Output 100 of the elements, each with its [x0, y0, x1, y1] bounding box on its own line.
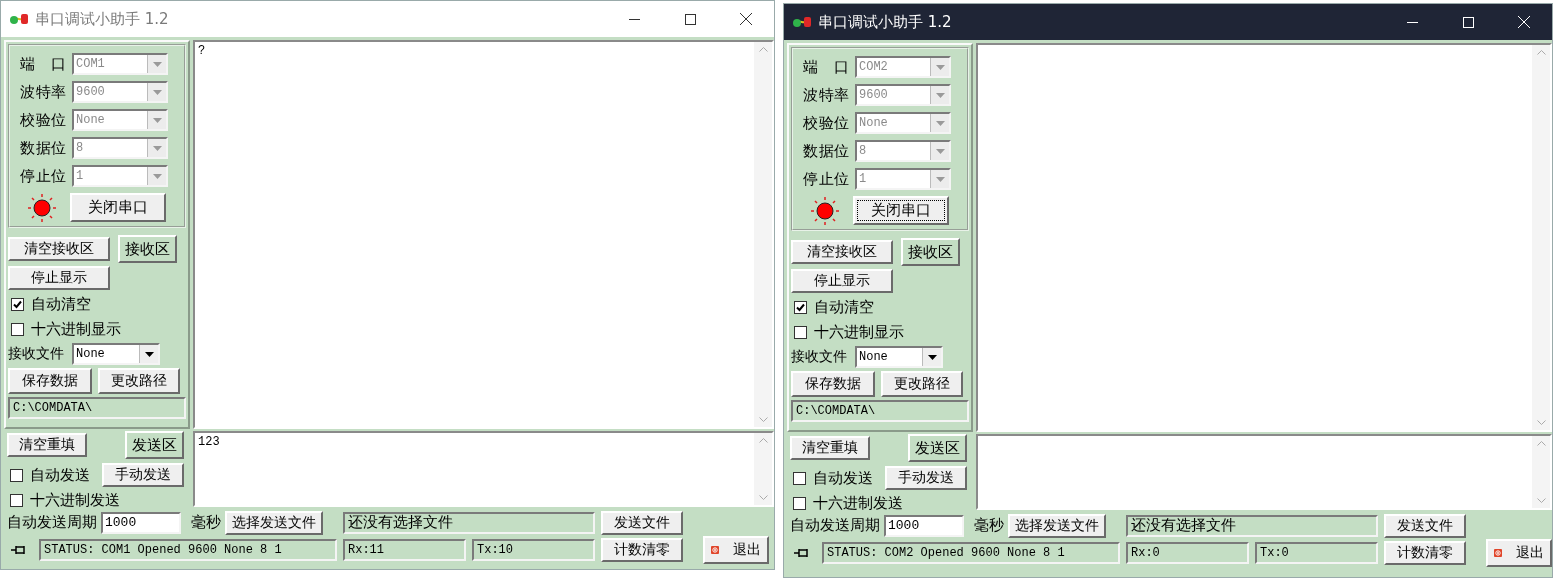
exit-button[interactable]: 退出: [703, 536, 769, 564]
manual-send-button[interactable]: 手动发送: [885, 466, 967, 490]
scroll-down-icon[interactable]: [758, 417, 768, 423]
scroll-down-icon[interactable]: [1536, 420, 1546, 426]
checkbox[interactable]: 十六进制发送: [790, 494, 973, 513]
choose-file-button[interactable]: 选择发送文件: [1008, 513, 1106, 538]
setting-label: 停止位: [803, 169, 849, 189]
scrollbar[interactable]: [1532, 45, 1550, 430]
checkbox[interactable]: 自动发送: [790, 467, 873, 489]
reset-count-button[interactable]: 计数清零: [601, 538, 683, 562]
checkbox-icon[interactable]: [793, 497, 806, 510]
dropdown-arrow-icon: [152, 61, 162, 67]
dropdown-arrow-icon: [152, 89, 162, 95]
receive-file-label: 接收文件: [791, 348, 847, 366]
setting-label: 数据位: [803, 141, 849, 161]
checkbox-icon[interactable]: [11, 297, 24, 311]
period-field[interactable]: 1000: [884, 514, 964, 537]
manual-send-button[interactable]: 手动发送: [102, 463, 184, 487]
choose-file-button[interactable]: 选择发送文件: [225, 510, 323, 535]
app-icon: [792, 14, 812, 30]
dropdown-arrow-icon: [935, 92, 945, 98]
close-port-button[interactable]: 关闭串口: [70, 193, 166, 222]
change-path-button[interactable]: 更改路径: [881, 371, 963, 397]
dropdown-arrow-icon: [935, 176, 945, 182]
send-area[interactable]: 123: [193, 431, 774, 507]
dropdown-arrow-icon: [935, 120, 945, 126]
stop-display-button[interactable]: 停止显示: [791, 269, 893, 293]
checkbox[interactable]: 自动清空: [791, 296, 969, 318]
dropdown-arrow-icon: [152, 173, 162, 179]
period-field[interactable]: 1000: [101, 511, 181, 534]
pin-icon[interactable]: [794, 547, 810, 559]
tx-counter: Tx:10: [472, 539, 595, 561]
window-title: 串口调试小助手 1.2: [35, 9, 170, 29]
setting-label: 数据位: [20, 138, 66, 158]
send-area[interactable]: [976, 434, 1552, 510]
rx-counter: Rx:11: [343, 539, 466, 561]
unit-label: 毫秒: [191, 513, 221, 532]
clear-refill-button[interactable]: 清空重填: [790, 436, 870, 460]
checkbox[interactable]: 自动清空: [8, 293, 186, 315]
send-file-button[interactable]: 发送文件: [601, 510, 683, 535]
scrollbar[interactable]: [754, 42, 772, 427]
setting-label: 校验位: [803, 113, 849, 133]
checkbox[interactable]: 自动发送: [7, 464, 90, 486]
checkbox-icon[interactable]: [793, 471, 806, 485]
app-icon: [9, 11, 29, 27]
dropdown-arrow-icon: [144, 351, 154, 357]
checkbox[interactable]: 十六进制显示: [8, 318, 186, 340]
scroll-up-icon[interactable]: [758, 437, 768, 443]
dropdown-arrow-icon: [935, 148, 945, 154]
file-status-field: 还没有选择文件: [1126, 514, 1378, 537]
scroll-up-icon[interactable]: [1536, 440, 1546, 446]
checkbox-icon[interactable]: [10, 468, 23, 482]
checkbox[interactable]: 十六进制发送: [7, 491, 190, 510]
checkbox-icon[interactable]: [794, 325, 807, 339]
period-label: 自动发送周期: [790, 516, 880, 535]
setting-label: 停止位: [20, 166, 66, 186]
exit-button[interactable]: 退出: [1486, 539, 1552, 567]
change-path-button[interactable]: 更改路径: [98, 368, 180, 394]
reset-count-button[interactable]: 计数清零: [1384, 541, 1466, 565]
save-data-button[interactable]: 保存数据: [8, 368, 92, 394]
scroll-down-icon[interactable]: [758, 495, 768, 501]
maximize-icon[interactable]: [684, 13, 696, 25]
period-label: 自动发送周期: [7, 513, 97, 532]
dropdown[interactable]: None: [855, 346, 943, 368]
close-port-button[interactable]: 关闭串口: [853, 196, 949, 225]
stop-display-button[interactable]: 停止显示: [8, 266, 110, 290]
scroll-down-icon[interactable]: [1536, 498, 1546, 504]
setting-label: 端 口: [20, 54, 66, 74]
setting-label: 端 口: [803, 57, 849, 77]
rx-counter: Rx:0: [1126, 542, 1249, 564]
file-status-field: 还没有选择文件: [343, 511, 595, 534]
dropdown[interactable]: None: [72, 343, 160, 365]
checkbox-icon[interactable]: [11, 322, 24, 336]
send-file-button[interactable]: 发送文件: [1384, 513, 1466, 538]
clear-receive-button[interactable]: 清空接收区: [791, 240, 893, 264]
section-label: 发送区: [908, 434, 967, 462]
scrollbar[interactable]: [1532, 436, 1550, 508]
scroll-up-icon[interactable]: [1536, 49, 1546, 55]
section-label: 接收区: [901, 238, 960, 266]
scrollbar[interactable]: [754, 433, 772, 505]
dropdown-arrow-icon: [152, 117, 162, 123]
pin-icon[interactable]: [11, 544, 27, 556]
scroll-up-icon[interactable]: [758, 46, 768, 52]
path-field: C:\COMDATA\: [8, 397, 186, 419]
receive-area[interactable]: ?: [193, 40, 774, 429]
status-field: STATUS: COM1 Opened 9600 None 8 1: [39, 539, 337, 561]
dropdown-arrow-icon: [152, 145, 162, 151]
clear-receive-button[interactable]: 清空接收区: [8, 237, 110, 261]
close-icon[interactable]: [740, 13, 752, 25]
setting-label: 波特率: [803, 85, 849, 105]
checkbox-icon[interactable]: [794, 300, 807, 314]
unit-label: 毫秒: [974, 516, 1004, 535]
tx-counter: Tx:0: [1255, 542, 1378, 564]
setting-label: 波特率: [20, 82, 66, 102]
clear-refill-button[interactable]: 清空重填: [7, 433, 87, 457]
section-label: 发送区: [125, 431, 184, 459]
section-label: 接收区: [118, 235, 177, 263]
save-data-button[interactable]: 保存数据: [791, 371, 875, 397]
checkbox-icon[interactable]: [10, 494, 23, 507]
checkbox[interactable]: 十六进制显示: [791, 321, 969, 343]
